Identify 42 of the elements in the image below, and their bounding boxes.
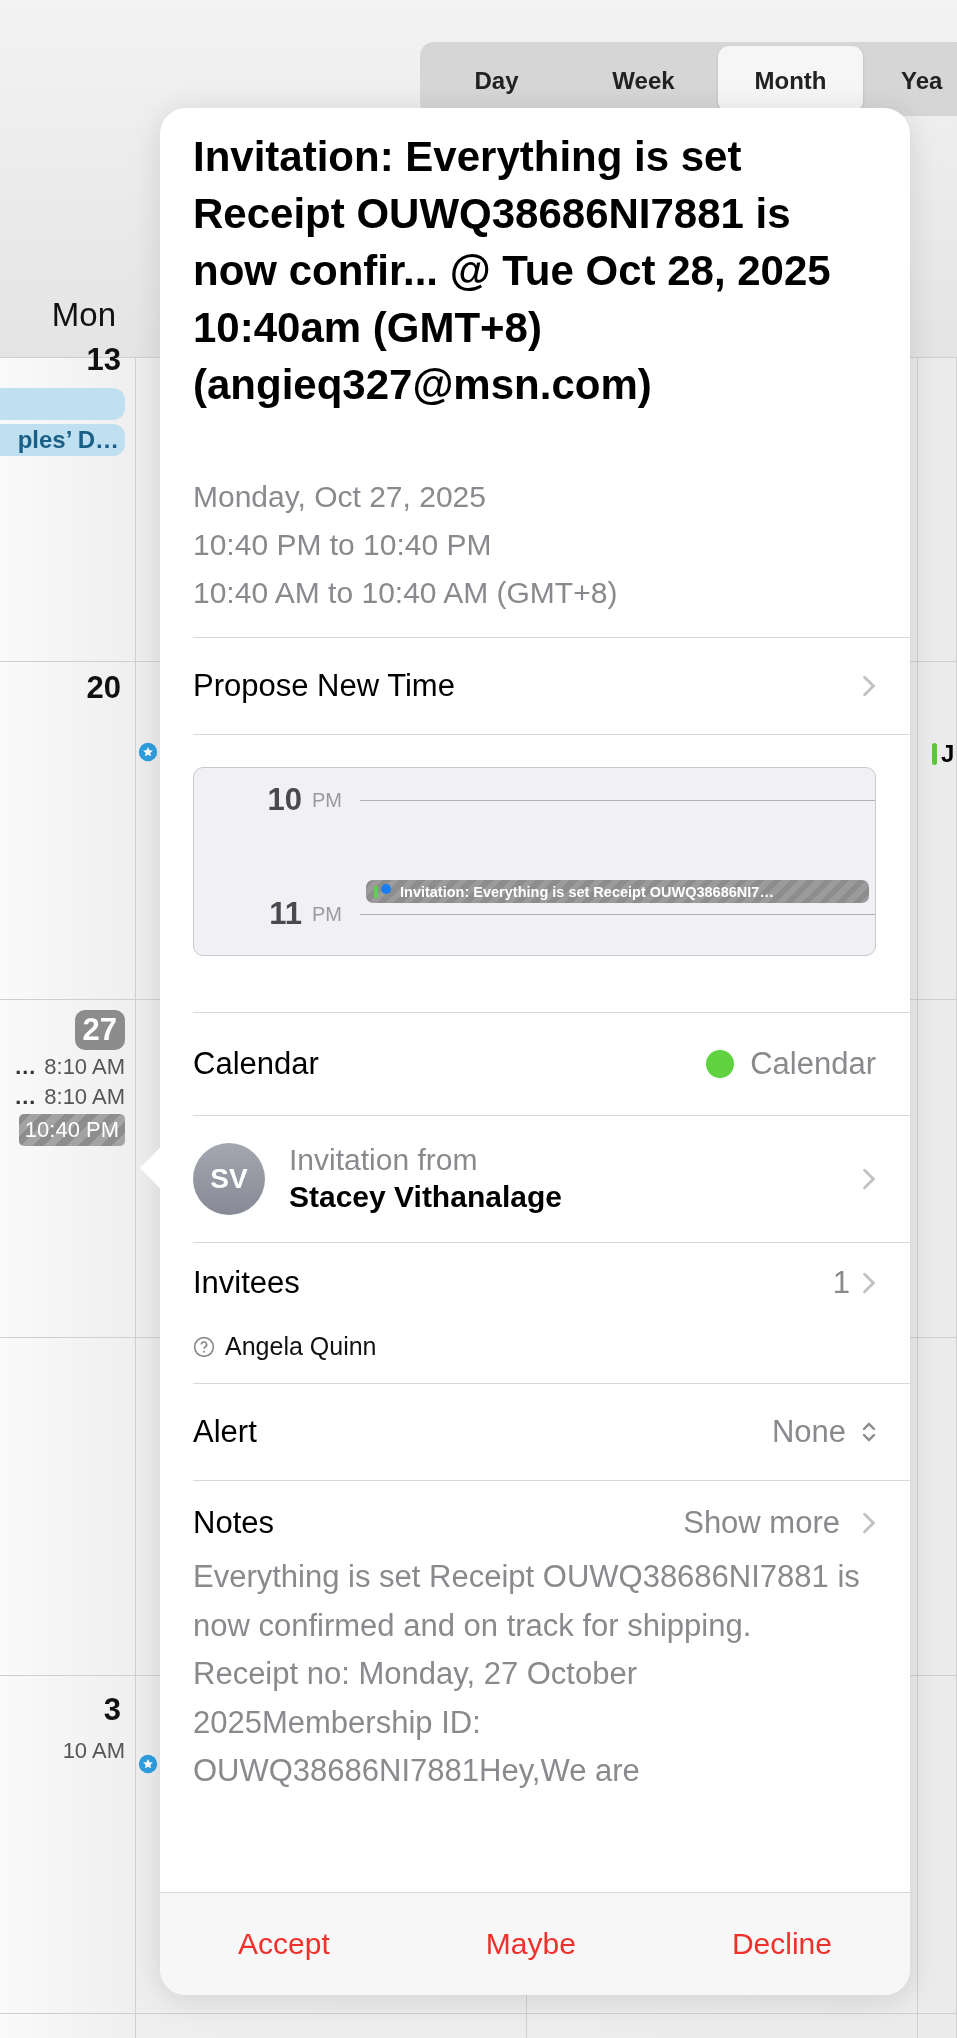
calendar-label: Calendar: [193, 1046, 319, 1082]
avatar: SV: [193, 1143, 265, 1215]
chevron-icon: [862, 1512, 876, 1534]
hour-label: 11: [268, 896, 302, 932]
day-number: 27: [74, 1010, 125, 1050]
event-bar[interactable]: [0, 388, 125, 420]
day-number: 20: [85, 669, 122, 707]
view-tab[interactable]: Yea: [865, 46, 957, 112]
notes-label: Notes: [193, 1505, 274, 1541]
view-tab[interactable]: Day: [424, 46, 569, 112]
propose-time-row[interactable]: Propose New Time: [193, 638, 910, 735]
star-badge-icon: [138, 1754, 158, 1774]
organizer-row[interactable]: SV Invitation from Stacey Vithanalage: [193, 1116, 910, 1243]
star-badge-icon: [138, 742, 158, 762]
event-title: Invitation: Everything is set Receipt OUWQ38686NI7881 is now confir... @ Tue Oct 28, 2025 10:40am (GMT+8) (angieq327@msn.com): [193, 132, 832, 410]
chevron-icon: [862, 1272, 876, 1294]
event-item[interactable]: J: [918, 740, 956, 768]
invitee-name: Angela Quinn: [225, 1332, 377, 1361]
event-time: 10:40 AM to 10:40 AM (GMT+8): [193, 575, 619, 611]
preview-event: Invitation: Everything is set Receipt OUWQ38686NI7…: [366, 880, 869, 903]
event-bar[interactable]: ples’ D…: [0, 424, 125, 456]
hour-label: 10: [266, 782, 302, 818]
response-button[interactable]: Maybe: [465, 1917, 596, 1971]
hour-period: PM: [312, 902, 343, 926]
chevron-icon: [862, 1168, 876, 1190]
alert-label: Alert: [193, 1414, 257, 1450]
event-item[interactable]: … 8:10 AM: [14, 1054, 125, 1080]
question-icon: [193, 1335, 215, 1358]
response-button[interactable]: Decline: [711, 1917, 852, 1971]
weekday-header: Mon: [51, 296, 117, 333]
chevron-icon: [862, 675, 876, 697]
event-time: Monday, Oct 27, 2025: [193, 479, 487, 515]
event-item[interactable]: 10 AM: [62, 1738, 125, 1764]
day-number: 13: [85, 342, 122, 379]
event-item[interactable]: … 8:10 AM: [14, 1084, 125, 1110]
notes-text: Everything is set Receipt OUWQ38686NI7881 is now confirmed and on track for shipping. Receipt no: Monday, 27 October 2025Membership ID: OUWQ38686NI7881Hey,We are: [193, 1558, 861, 1790]
event-time: 10:40 PM to 10:40 PM: [193, 527, 493, 563]
invitees-row[interactable]: Invitees 1: [193, 1265, 876, 1301]
hour-period: PM: [312, 788, 343, 812]
view-tab[interactable]: Week: [571, 46, 716, 112]
day-number: 3: [102, 1691, 122, 1729]
response-button[interactable]: Accept: [218, 1917, 350, 1971]
